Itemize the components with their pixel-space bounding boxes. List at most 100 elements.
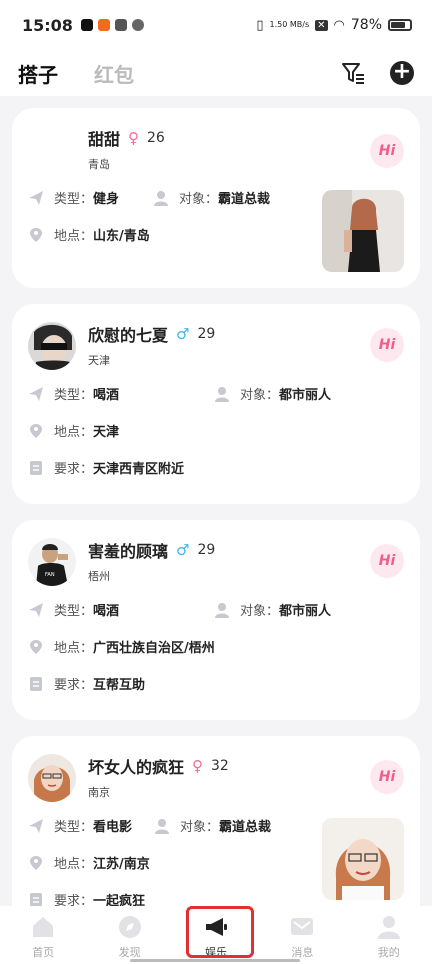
type-value: 健身 — [93, 192, 120, 207]
user-info: 甜甜 ♀ 26 青岛 — [88, 126, 165, 172]
user-age: 26 — [147, 130, 165, 146]
location-item: 地点： 江苏/南京 — [28, 853, 150, 872]
target-item: 对象： 霸道总裁 — [153, 188, 270, 207]
type-item: 类型： 看电影 — [28, 816, 132, 835]
location-label: 地点： — [54, 229, 94, 244]
highlight-box — [186, 906, 254, 958]
female-icon: ♀ — [128, 129, 140, 147]
message-icon — [291, 918, 314, 935]
type-label: 类型： — [54, 820, 94, 835]
nav-label: 我的 — [377, 946, 400, 959]
target-item: 对象： 都市丽人 — [214, 600, 331, 619]
male-icon: ♂ — [176, 325, 190, 343]
type-label: 类型： — [54, 192, 94, 207]
location-value: 天津 — [93, 425, 120, 440]
partner-card[interactable]: FAN 害羞的顾璃 ♂ 29 梧州 Hi 类型： 喝酒 对象： 都市丽人 地点：… — [12, 520, 420, 720]
pinwheel-icon — [131, 19, 144, 31]
document-icon — [30, 676, 42, 691]
user-photo[interactable] — [322, 818, 404, 900]
profile-icon — [377, 916, 400, 939]
battery-percent: 78% — [350, 17, 382, 33]
target-label: 对象： — [179, 192, 219, 207]
target-item: 对象： 霸道总裁 — [154, 816, 271, 835]
partner-list: 甜甜 ♀ 26 青岛 Hi 类型： 健身 对象： 霸道总裁 地点： 山东/青岛 … — [0, 96, 432, 906]
requirement-label: 要求： — [54, 894, 94, 906]
person-icon — [215, 602, 229, 618]
type-value: 看电影 — [93, 820, 133, 835]
avatar[interactable]: FAN — [28, 538, 76, 586]
location-item: 地点： 广西壮族自治区/梧州 — [28, 637, 215, 656]
nav-profile[interactable]: 我的 — [354, 914, 424, 960]
location-value: 山东/青岛 — [93, 229, 150, 244]
person-icon — [215, 386, 229, 402]
hi-button[interactable]: Hi — [370, 544, 404, 578]
add-button[interactable]: + — [390, 61, 414, 85]
location-pin-icon — [30, 639, 42, 654]
partner-card[interactable]: 坏女人的疯狂 ♀ 32 南京 Hi 类型： 看电影 对象： 霸道总裁 地点： 江… — [12, 736, 420, 906]
hi-button[interactable]: Hi — [370, 134, 404, 168]
tab-hongbao[interactable]: 红包 — [94, 59, 134, 88]
requirement-label: 要求： — [54, 462, 94, 477]
user-name: 欣慰的七夏 — [88, 326, 169, 345]
nav-label: 首页 — [32, 946, 55, 959]
vibrate-icon: ▯ — [256, 17, 264, 33]
user-photo[interactable] — [322, 190, 404, 272]
user-age: 32 — [211, 758, 229, 774]
tiktok-icon — [80, 19, 93, 31]
partner-card[interactable]: 甜甜 ♀ 26 青岛 Hi 类型： 健身 对象： 霸道总裁 地点： 山东/青岛 — [12, 108, 420, 288]
user-city: 梧州 — [88, 570, 110, 583]
location-label: 地点： — [54, 641, 94, 656]
type-item: 类型： 喝酒 — [28, 384, 202, 403]
user-city: 南京 — [88, 786, 110, 799]
photo-image — [322, 190, 404, 272]
requirement-value: 天津西青区附近 — [93, 462, 185, 477]
user-city: 青岛 — [88, 158, 110, 171]
target-value: 霸道总裁 — [219, 820, 272, 835]
target-value: 霸道总裁 — [218, 192, 271, 207]
nav-home[interactable]: 首页 — [8, 914, 78, 960]
svg-text:FAN: FAN — [45, 572, 55, 578]
send-icon — [29, 818, 43, 833]
avatar-image: FAN — [28, 538, 76, 586]
type-label: 类型： — [54, 388, 94, 403]
location-label: 地点： — [54, 857, 94, 872]
name-row: 甜甜 ♀ 26 — [88, 126, 165, 150]
app-icon — [114, 19, 127, 31]
avatar — [28, 126, 76, 174]
requirement-label: 要求： — [54, 678, 94, 693]
type-value: 喝酒 — [93, 388, 120, 403]
location-item: 地点： 山东/青岛 — [28, 225, 150, 244]
nav-messages[interactable]: 消息 — [267, 914, 337, 960]
nav-discover[interactable]: 发现 — [95, 914, 165, 960]
hi-button[interactable]: Hi — [370, 328, 404, 362]
network-speed: 1.50 MB/s — [269, 20, 310, 29]
info-row-location: 地点： 广西壮族自治区/梧州 — [28, 637, 404, 656]
hi-button[interactable]: Hi — [370, 760, 404, 794]
photo-image — [322, 818, 404, 900]
info-row-requirement: 要求： 天津西青区附近 — [28, 458, 404, 477]
requirement-item: 要求： 一起疯狂 — [28, 890, 145, 906]
compass-icon — [118, 916, 141, 938]
partner-card[interactable]: 欣慰的七夏 ♂ 29 天津 Hi 类型： 喝酒 对象： 都市丽人 地点： 天津 … — [12, 304, 420, 504]
status-bar: 15:08 ▯ 1.50 MB/s ✕ ◠ 78% — [0, 0, 432, 50]
location-pin-icon — [30, 227, 42, 242]
battery-icon — [388, 19, 412, 31]
user-age: 29 — [197, 326, 216, 342]
avatar[interactable] — [28, 322, 76, 370]
requirement-value: 一起疯狂 — [93, 894, 146, 906]
location-value: 广西壮族自治区/梧州 — [93, 641, 215, 656]
avatar-image — [28, 754, 76, 802]
tab-dazi[interactable]: 搭子 — [18, 59, 58, 88]
filter-icon[interactable] — [340, 60, 366, 86]
send-icon — [29, 602, 43, 617]
person-icon — [155, 818, 170, 834]
target-label: 对象： — [180, 820, 220, 835]
female-icon: ♀ — [192, 757, 204, 775]
location-label: 地点： — [54, 425, 94, 440]
requirement-value: 互帮互助 — [93, 678, 146, 693]
header-actions: + — [340, 60, 414, 86]
location-pin-icon — [30, 423, 42, 438]
send-icon — [29, 190, 43, 205]
card-header: FAN 害羞的顾璃 ♂ 29 梧州 — [28, 538, 404, 586]
avatar[interactable] — [28, 754, 76, 802]
